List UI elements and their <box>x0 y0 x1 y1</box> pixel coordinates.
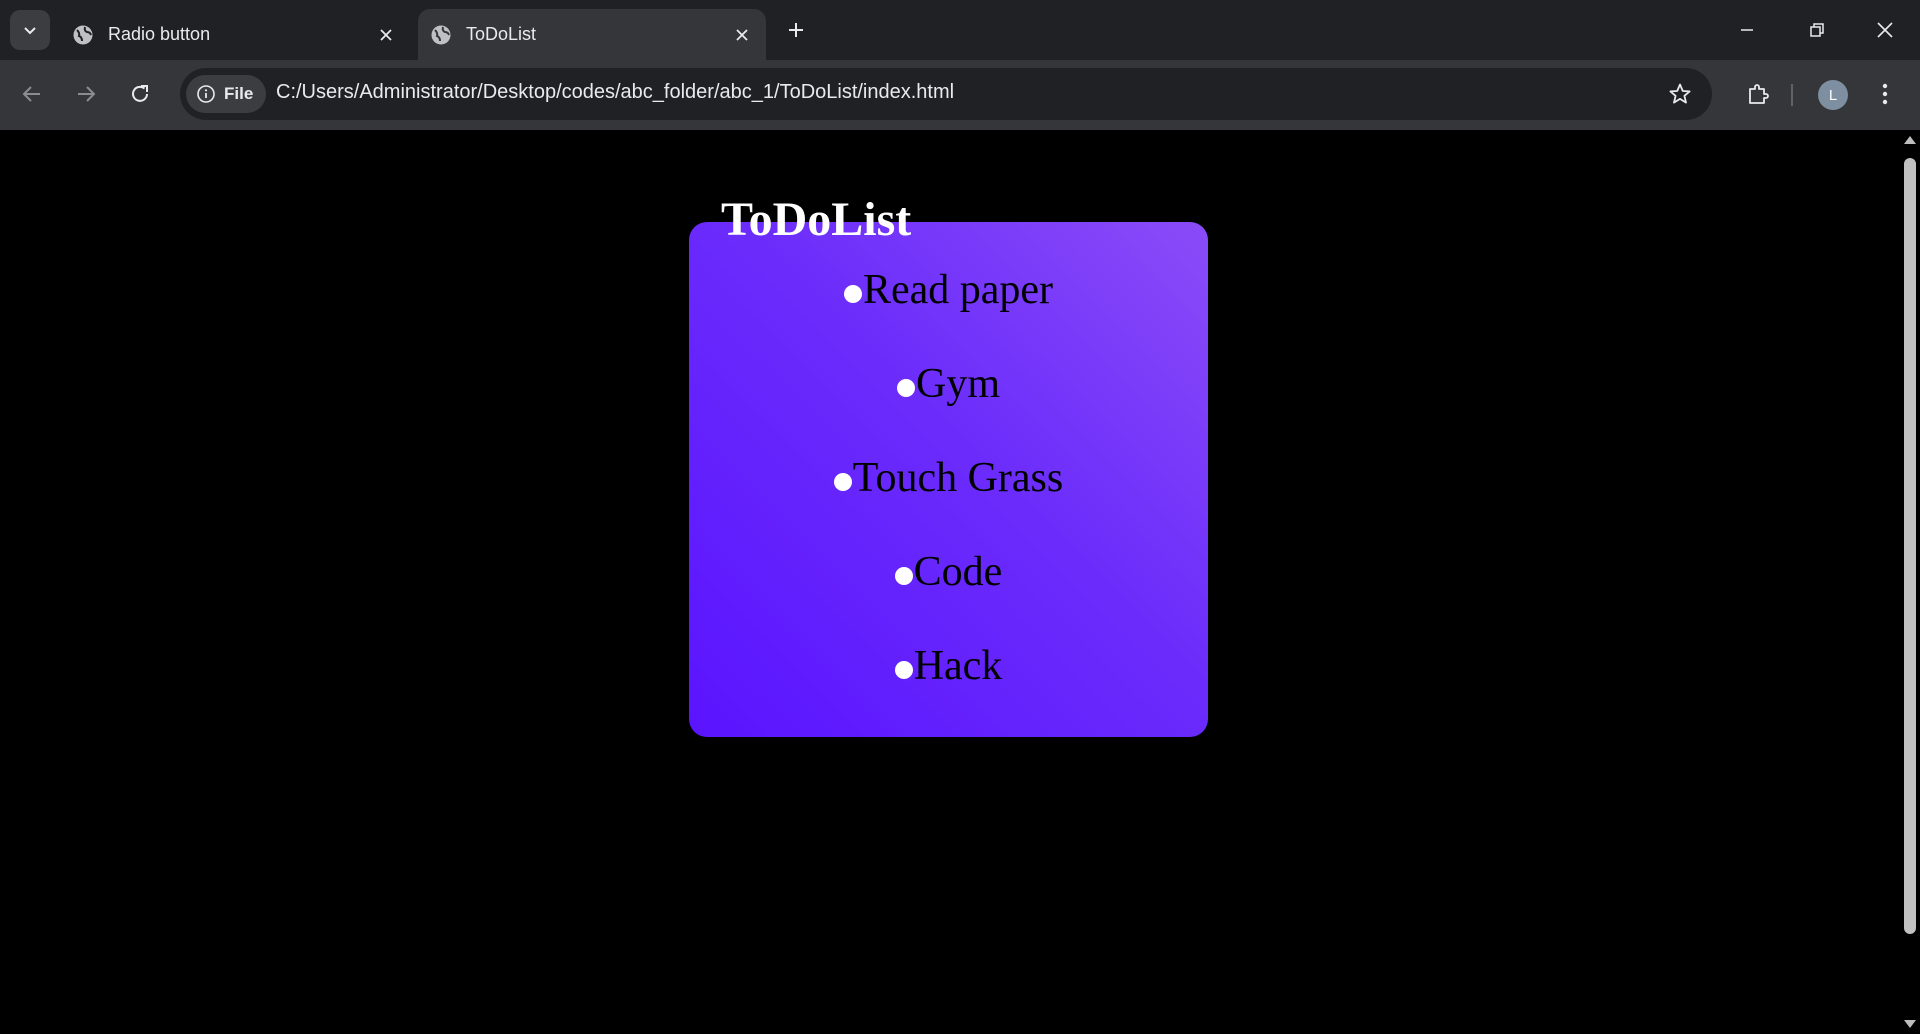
restore-button[interactable] <box>1782 0 1852 60</box>
close-icon <box>1877 22 1893 38</box>
todo-item[interactable]: Hack <box>689 636 1208 696</box>
todo-item[interactable]: Read paper <box>689 260 1208 320</box>
arrow-right-icon <box>78 86 96 102</box>
close-tab-icon[interactable] <box>372 21 400 49</box>
tab-title: Radio button <box>108 24 211 44</box>
todo-item-label[interactable]: Hack <box>914 642 1003 690</box>
vertical-scrollbar[interactable] <box>1900 130 1920 1034</box>
minimize-button[interactable] <box>1712 0 1782 60</box>
tab-search-button[interactable] <box>10 10 50 50</box>
reload-button[interactable] <box>120 74 160 114</box>
scrollbar-thumb[interactable] <box>1904 158 1916 934</box>
tab-todolist[interactable]: ToDoList <box>418 9 766 60</box>
todo-item[interactable]: Code <box>689 542 1208 602</box>
kebab-menu-icon <box>1882 83 1888 105</box>
tab-radio-button[interactable]: Radio button <box>60 9 410 60</box>
radio-button[interactable] <box>897 379 915 397</box>
info-icon <box>197 85 215 103</box>
tab-strip: Radio button ToDoList <box>0 0 1920 60</box>
scroll-up-arrow-icon[interactable] <box>1904 136 1916 144</box>
forward-button[interactable] <box>66 74 106 114</box>
close-window-button[interactable] <box>1850 0 1920 60</box>
browser-menu-button[interactable] <box>1870 74 1900 114</box>
globe-icon <box>72 24 94 46</box>
todo-item[interactable]: Gym <box>689 354 1208 414</box>
address-bar[interactable]: File C:/Users/Administrator/Desktop/code… <box>180 68 1712 120</box>
radio-button[interactable] <box>894 661 913 679</box>
page-title: ToDoList <box>721 193 912 246</box>
extensions-button[interactable] <box>1738 74 1778 114</box>
todo-item-label[interactable]: Read paper <box>863 266 1053 314</box>
todo-item-label[interactable]: Touch Grass <box>853 454 1064 502</box>
tab-title: ToDoList <box>466 24 537 44</box>
bookmark-button[interactable] <box>1666 80 1694 108</box>
arrow-left-icon <box>22 86 40 102</box>
puzzle-icon <box>1749 84 1769 104</box>
restore-icon <box>1810 23 1824 37</box>
close-tab-icon[interactable] <box>728 21 756 49</box>
new-tab-button[interactable] <box>780 14 812 46</box>
file-chip-label: File <box>224 84 254 103</box>
plus-icon <box>789 23 803 37</box>
star-icon <box>1669 83 1691 104</box>
radio-button[interactable] <box>894 567 913 585</box>
back-button[interactable] <box>12 74 52 114</box>
globe-icon <box>430 24 452 46</box>
browser-toolbar: File C:/Users/Administrator/Desktop/code… <box>0 60 1920 130</box>
todo-item[interactable]: Touch Grass <box>689 448 1208 508</box>
reload-icon <box>132 85 148 102</box>
scroll-down-arrow-icon[interactable] <box>1904 1020 1916 1028</box>
radio-button[interactable] <box>833 473 852 491</box>
page-viewport: ToDoList Read paper Gym Touch Grass Code… <box>0 130 1900 1034</box>
profile-avatar[interactable]: L <box>1818 80 1848 110</box>
url-text[interactable]: C:/Users/Administrator/Desktop/codes/abc… <box>276 81 954 104</box>
todo-item-label[interactable]: Gym <box>916 360 1000 408</box>
minimize-icon <box>1741 29 1753 31</box>
todo-item-label[interactable]: Code <box>914 548 1003 596</box>
chevron-down-icon <box>24 27 36 35</box>
toolbar-divider <box>1791 84 1793 106</box>
radio-button[interactable] <box>843 285 862 303</box>
